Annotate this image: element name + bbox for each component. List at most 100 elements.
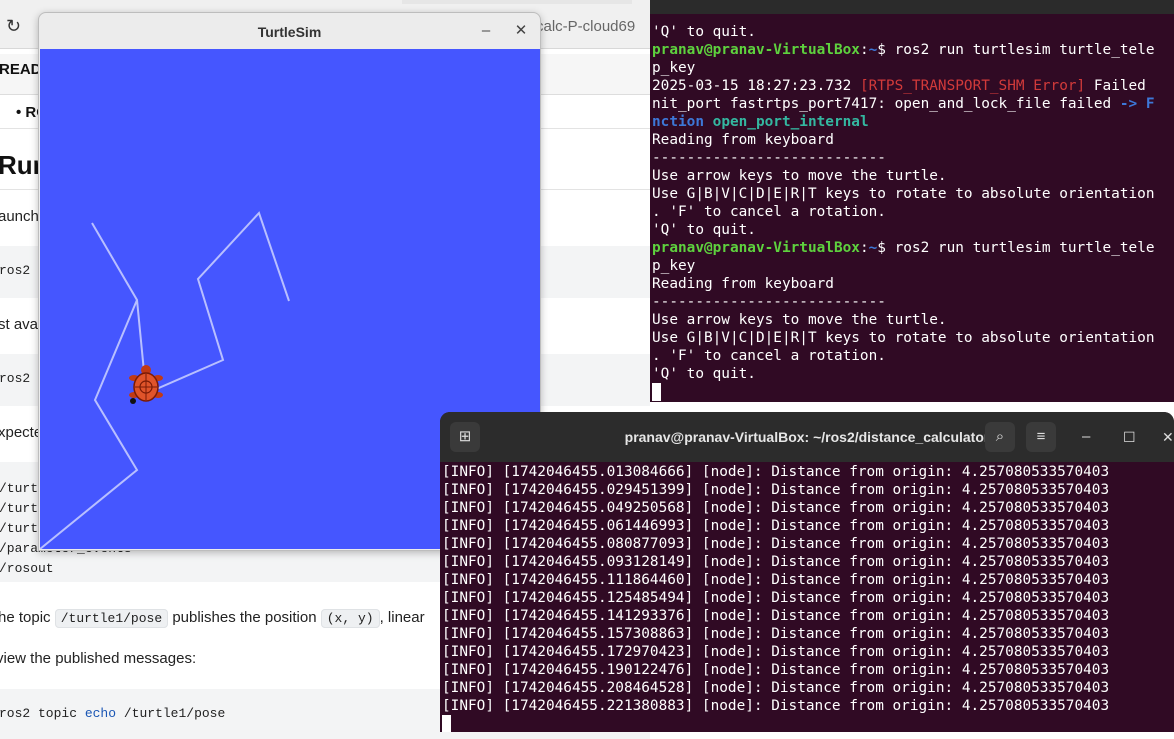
maximize-button[interactable]: ☐ (1123, 422, 1136, 452)
terminal-text: --------------------------- (652, 150, 886, 166)
hamburger-menu-icon[interactable]: ≡ (1026, 422, 1056, 452)
terminal-text: 'Q' to quit. (652, 222, 756, 238)
close-button[interactable]: ✕ (511, 21, 531, 41)
terminal-line: Use arrow keys to move the turtle. (652, 311, 1155, 329)
turtlesim-title: TurtleSim (257, 24, 322, 40)
terminal-line: 'Q' to quit. (652, 365, 1155, 383)
terminal-line: pranav@pranav-VirtualBox:~$ ros2 run tur… (652, 41, 1155, 59)
log-line: [INFO] [1742046455.061446993] [node]: Di… (442, 518, 1110, 534)
terminal-line: p_key (652, 59, 1155, 77)
topic-item: /rosout (0, 561, 54, 576)
terminal-line: nction open_port_internal (652, 113, 1155, 131)
terminal-cursor (442, 715, 451, 732)
terminal-text: : (859, 240, 869, 256)
terminal-text: $ ros2 run turtlesim turtle_tele (877, 240, 1155, 256)
terminal-text: Use arrow keys to move the turtle. (652, 312, 947, 328)
terminal-line: 2025-03-15 18:27:23.732 [RTPS_TRANSPORT_… (652, 77, 1155, 95)
paragraph-launch: aunch (0, 208, 39, 225)
terminal-line: Reading from keyboard (652, 275, 1155, 293)
terminal-line: pranav@pranav-VirtualBox:~$ ros2 run tur… (652, 239, 1155, 257)
terminal-output: [INFO] [1742046455.013084666] [node]: Di… (442, 463, 1109, 732)
terminal-text: : (859, 42, 869, 58)
terminal-text: ~ (868, 240, 878, 256)
terminal-text: Failed (1085, 78, 1155, 94)
terminal-text: -> F (1119, 96, 1155, 112)
terminal-title: pranav@pranav-VirtualBox: ~/ros2/distanc… (624, 429, 990, 445)
terminal-text: . 'F' to cancel a rotation. (652, 348, 886, 364)
terminal-text: --------------------------- (652, 294, 886, 310)
log-line: [INFO] [1742046455.221380883] [node]: Di… (442, 698, 1110, 714)
terminal-line: --------------------------- (652, 149, 1155, 167)
terminal-cursor (652, 383, 661, 401)
terminal-text: Use G|B|V|C|D|E|R|T keys to rotate to ab… (652, 330, 1155, 346)
pose-text: he topic (0, 609, 51, 626)
terminal-text: Use arrow keys to move the turtle. (652, 168, 947, 184)
view-text: view the published messages: (0, 650, 197, 667)
terminal-text: 'Q' to quit. (652, 366, 756, 382)
close-button[interactable]: ✕ (1162, 422, 1174, 452)
terminal-text: p_key (652, 258, 696, 274)
terminal-line: Reading from keyboard (652, 131, 1155, 149)
minimize-button[interactable]: – (1082, 422, 1090, 452)
terminal-text: open_port_internal (712, 114, 869, 130)
terminal-text: pranav@pranav-VirtualBox (652, 42, 860, 58)
pose-paragraph: he topic /turtle1/pose publishes the pos… (0, 609, 425, 628)
log-line: [INFO] [1742046455.208464528] [node]: Di… (442, 680, 1110, 696)
terminal-text: Use G|B|V|C|D|E|R|T keys to rotate to ab… (652, 186, 1155, 202)
terminal-text: ~ (868, 42, 878, 58)
echo-cmd-text: ros2 topic (0, 706, 78, 721)
log-line: [INFO] [1742046455.190122476] [node]: Di… (442, 662, 1110, 678)
log-line: [INFO] [1742046455.157308863] [node]: Di… (442, 626, 1110, 642)
inline-code-pose: /turtle1/pose (54, 609, 169, 628)
view-paragraph: view the published messages: (0, 650, 196, 667)
terminal-window-distance[interactable]: ⊞ pranav@pranav-VirtualBox: ~/ros2/dista… (440, 412, 1174, 732)
minimize-button[interactable]: – (476, 21, 496, 41)
terminal-line: --------------------------- (652, 293, 1155, 311)
terminal-text: nction (652, 114, 713, 130)
browser-tab-title[interactable]: calc-P-cloud69 (536, 18, 635, 35)
log-line: [INFO] [1742046455.111864460] [node]: Di… (442, 572, 1110, 588)
turtle-icon (129, 365, 163, 404)
turtle-trail (40, 222, 139, 549)
echo-keyword: echo (84, 706, 117, 721)
code-line: ros2 (0, 263, 31, 278)
terminal-text: $ ros2 run turtlesim turtle_tele (877, 42, 1155, 58)
terminal-window-teleop[interactable]: 'Q' to quit. pranav@pranav-VirtualBox:~$ … (650, 0, 1174, 402)
log-line: [INFO] [1742046455.093128149] [node]: Di… (442, 554, 1110, 570)
paragraph-list: st ava (0, 316, 39, 333)
terminal-line: . 'F' to cancel a rotation. (652, 347, 1155, 365)
terminal-line: Use arrow keys to move the turtle. (652, 167, 1155, 185)
pose-text: publishes the position (172, 609, 317, 626)
turtle-trail (144, 211, 290, 395)
terminal-line: Use G|B|V|C|D|E|R|T keys to rotate to ab… (652, 185, 1155, 203)
terminal-output: 'Q' to quit. pranav@pranav-VirtualBox:~$ … (652, 23, 1155, 401)
log-line: [INFO] [1742046455.080877093] [node]: Di… (442, 536, 1110, 552)
terminal-line: . 'F' to cancel a rotation. (652, 203, 1155, 221)
log-line: [INFO] [1742046455.125485494] [node]: Di… (442, 590, 1110, 606)
terminal-text: . 'F' to cancel a rotation. (652, 204, 886, 220)
terminal-text: p_key (652, 60, 696, 76)
terminal-line: p_key (652, 257, 1155, 275)
log-line: [INFO] [1742046455.141293376] [node]: Di… (442, 608, 1110, 624)
terminal-line: Use G|B|V|C|D|E|R|T keys to rotate to ab… (652, 329, 1155, 347)
terminal-text: 'Q' to quit. (652, 24, 756, 40)
code-line: ros2 (0, 371, 31, 386)
terminal-text: pranav@pranav-VirtualBox (652, 240, 860, 256)
log-line: [INFO] [1742046455.029451399] [node]: Di… (442, 482, 1110, 498)
terminal-text: Reading from keyboard (652, 276, 834, 292)
terminal-header (650, 0, 1174, 14)
terminal-text: nit_port fastrtps_port7417: open_and_loc… (652, 96, 1120, 112)
terminal-line: 'Q' to quit. (652, 221, 1155, 239)
address-bar-edge (402, 0, 632, 4)
terminal-line: nit_port fastrtps_port7417: open_and_loc… (652, 95, 1155, 113)
echo-command: ros2 topic echo /turtle1/pose (0, 706, 225, 721)
search-icon[interactable]: ⌕ (985, 422, 1015, 452)
log-line: [INFO] [1742046455.049250568] [node]: Di… (442, 500, 1110, 516)
inline-code-xy: (x, y) (320, 609, 380, 628)
reload-icon[interactable]: ↻ (6, 16, 21, 37)
log-line: [INFO] [1742046455.172970423] [node]: Di… (442, 644, 1110, 660)
pose-text: , linear (379, 609, 425, 626)
terminal-line: 'Q' to quit. (652, 23, 1155, 41)
terminal-text: 2025-03-15 18:27:23.732 (652, 78, 860, 94)
terminal-text: Reading from keyboard (652, 132, 834, 148)
